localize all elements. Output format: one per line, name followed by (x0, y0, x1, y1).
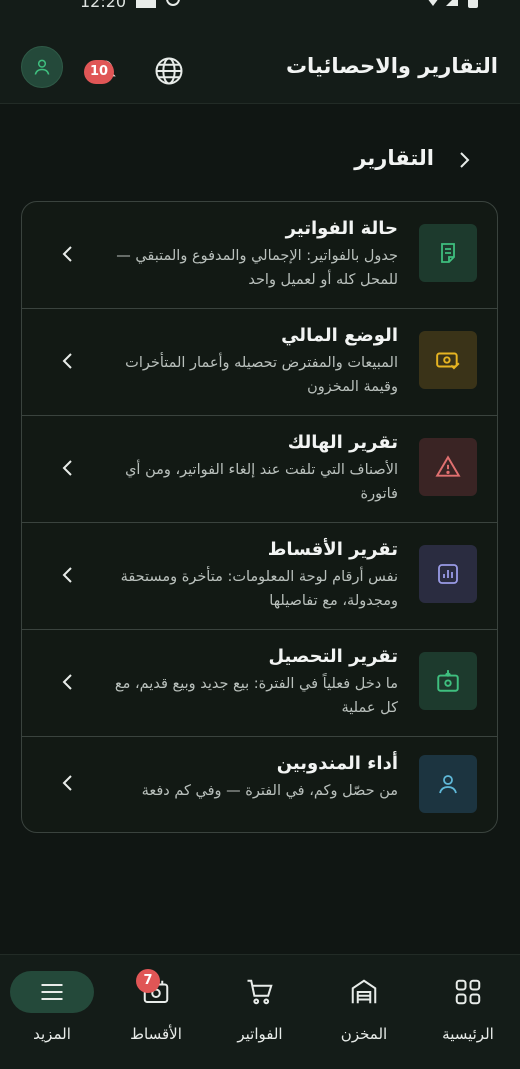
report-title: أداء المندوبين (276, 753, 398, 774)
nav-icon-wrap (218, 971, 302, 1013)
nav-item-installments[interactable]: 7 الأقساط (104, 967, 208, 1062)
nav-icon-wrap (10, 971, 94, 1013)
nav-item-more[interactable]: المزيد (0, 967, 104, 1062)
report-icon-box (419, 438, 477, 496)
status-system-icons (424, 0, 484, 8)
cash-in-icon (437, 670, 459, 692)
report-text: تقرير التحصيل ما دخل فعلياً في الفترة: ب… (98, 644, 398, 720)
report-title: تقرير الأقساط (267, 539, 398, 560)
chart-icon (438, 564, 458, 584)
money-icon (436, 352, 460, 370)
report-title: تقرير التحصيل (268, 646, 398, 667)
user-icon (34, 59, 50, 75)
report-item-installments[interactable]: تقرير الأقساط نفس أرقام لوحة المعلومات: … (22, 523, 497, 630)
status-bar: 12:20 (0, 0, 520, 14)
chevron-left-icon (60, 563, 76, 587)
chevron-left-icon (60, 242, 76, 266)
report-title: تقرير الهالك (287, 432, 398, 453)
report-text: الوضع المالي المبيعات والمفترض تحصيله وأ… (98, 323, 398, 399)
chevron-left-icon (60, 771, 76, 795)
report-icon-box (419, 224, 477, 282)
invoice-icon (441, 243, 455, 263)
report-item-agents-performance[interactable]: أداء المندوبين من حصّل وكم، في الفترة — … (22, 737, 497, 832)
report-title: حالة الفواتير (285, 218, 398, 239)
report-item-financial-status[interactable]: الوضع المالي المبيعات والمفترض تحصيله وأ… (22, 309, 497, 416)
report-title: الوضع المالي (281, 325, 398, 346)
installments-badge: 7 (136, 969, 160, 993)
status-time: 12:20 (80, 0, 127, 11)
language-button[interactable] (152, 54, 186, 88)
page-title: التقارير والاحصائيات (285, 54, 498, 78)
menu-icon (41, 983, 63, 1001)
report-item-invoices[interactable]: حالة الفواتير جدول بالفواتير: الإجمالي و… (22, 202, 497, 309)
report-item-collection[interactable]: تقرير التحصيل ما دخل فعلياً في الفترة: ب… (22, 630, 497, 737)
person-icon (439, 775, 457, 794)
chevron-left-icon (60, 670, 76, 694)
back-button[interactable] (454, 148, 474, 172)
report-text: تقرير الهالك الأصناف التي تلفت عند إلغاء… (98, 430, 398, 506)
chevron-left-icon (60, 456, 76, 480)
report-description: جدول بالفواتير: الإجمالي والمدفوع والمتب… (116, 248, 398, 288)
chevron-left-icon (60, 349, 76, 373)
nav-label: الفواتير (237, 1025, 283, 1043)
nav-label: الأقساط (130, 1025, 182, 1043)
warehouse-icon (351, 979, 377, 1004)
cart-icon (247, 979, 273, 1005)
report-icon-box (419, 755, 477, 813)
avatar[interactable] (21, 46, 63, 88)
nav-item-home[interactable]: الرئيسية (416, 967, 520, 1062)
nav-icon-wrap (322, 971, 406, 1013)
nav-label: الرئيسية (442, 1025, 494, 1043)
globe-icon (155, 57, 183, 85)
grid-icon (455, 979, 481, 1005)
report-description: الأصناف التي تلفت عند إلغاء الفواتير، وم… (125, 462, 398, 502)
report-text: تقرير الأقساط نفس أرقام لوحة المعلومات: … (98, 537, 398, 613)
report-description: نفس أرقام لوحة المعلومات: متأخرة ومستحقة… (120, 569, 398, 609)
report-description: من حصّل وكم، في الفترة — وفي كم دفعة (141, 783, 398, 799)
chevron-right-icon (460, 152, 470, 168)
signal-icon (446, 0, 458, 6)
bottom-nav: الرئيسية المخزن الفواتير 7 الأقساط المزي… (0, 954, 520, 1069)
report-description: ما دخل فعلياً في الفترة: بيع جديد وبيع ق… (114, 676, 398, 716)
report-icon-box (419, 331, 477, 389)
warning-icon (435, 455, 461, 477)
nav-item-warehouse[interactable]: المخزن (312, 967, 416, 1062)
report-text: أداء المندوبين من حصّل وكم، في الفترة — … (98, 751, 398, 803)
notifications-badge: 10 (84, 60, 114, 84)
wifi-icon (424, 0, 442, 6)
nav-icon-wrap (426, 971, 510, 1013)
report-icon-box (419, 652, 477, 710)
status-sync-icon (166, 0, 180, 6)
app-header: التقارير والاحصائيات 10 (0, 14, 520, 104)
section-header: التقارير (40, 140, 474, 180)
section-title: التقارير (354, 146, 434, 170)
report-icon-box (419, 545, 477, 603)
report-text: حالة الفواتير جدول بالفواتير: الإجمالي و… (98, 216, 398, 292)
nav-item-invoices[interactable]: الفواتير (208, 967, 312, 1062)
battery-icon (468, 0, 478, 8)
nav-label: المزيد (33, 1025, 71, 1043)
report-item-waste[interactable]: تقرير الهالك الأصناف التي تلفت عند إلغاء… (22, 416, 497, 523)
nav-label: المخزن (340, 1025, 388, 1043)
status-notification-icon (136, 0, 156, 8)
report-list: حالة الفواتير جدول بالفواتير: الإجمالي و… (21, 201, 498, 833)
report-description: المبيعات والمفترض تحصيله وأعمار المتأخرا… (125, 355, 398, 395)
